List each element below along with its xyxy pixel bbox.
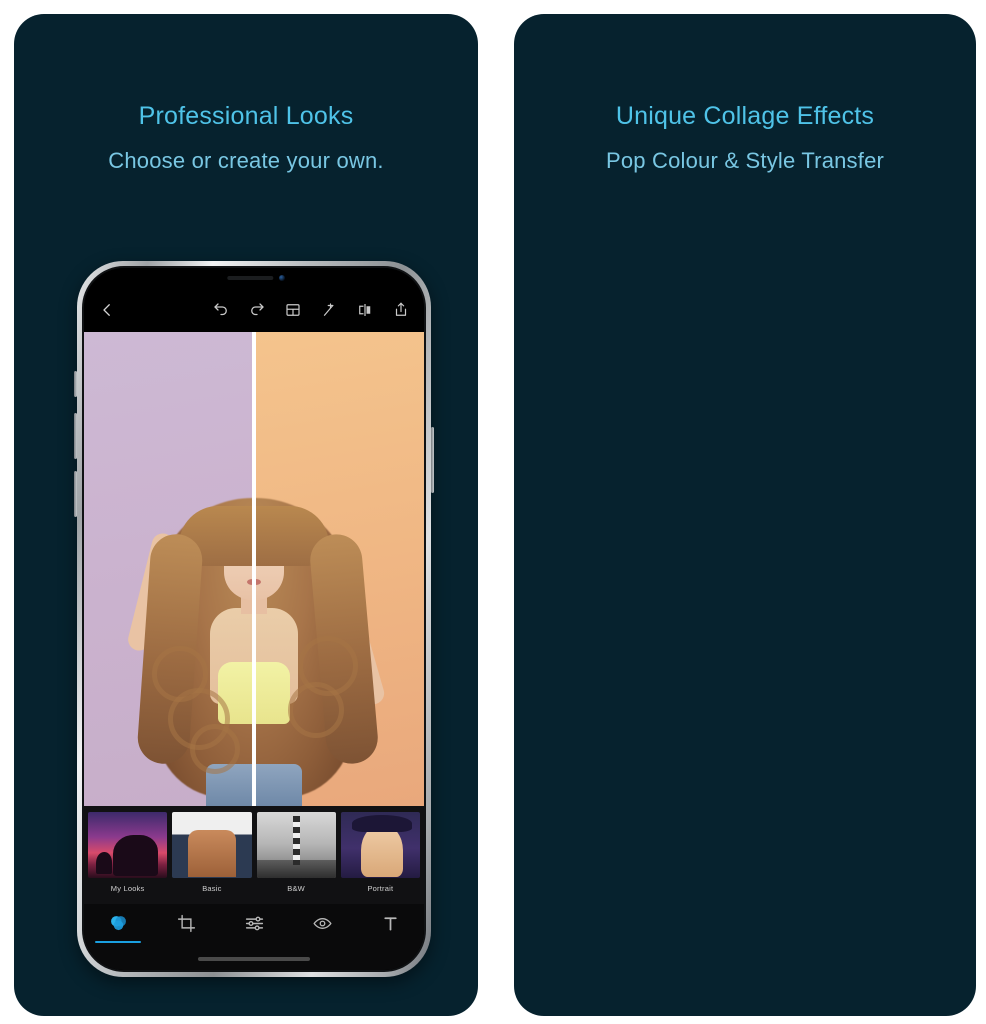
crop-icon (176, 913, 197, 934)
subject-hair-curl (190, 724, 240, 774)
phone-mockup-left: My Looks Basic B&W Portrait (74, 261, 434, 977)
nav-active-underline (95, 941, 141, 943)
panel-headline-left: Professional Looks (138, 102, 354, 130)
filter-label: Portrait (367, 884, 394, 893)
filter-item-portrait[interactable]: Portrait (340, 812, 420, 904)
filter-item-my-looks[interactable]: My Looks (88, 812, 168, 904)
adjust-sliders-icon (244, 913, 265, 934)
subject-hair-curl (288, 682, 344, 738)
back-chevron-icon[interactable] (98, 301, 116, 319)
looks-filter-strip[interactable]: My Looks Basic B&W Portrait (84, 806, 424, 904)
nav-item-heal[interactable] (299, 913, 345, 934)
nav-item-adjust[interactable] (231, 913, 277, 934)
nav-item-text[interactable] (367, 913, 413, 934)
redo-icon[interactable] (248, 301, 266, 319)
app-store-screenshot-pair: Professional Looks Choose or create your… (0, 0, 986, 1024)
filter-thumbnail (340, 812, 420, 878)
nav-item-crop[interactable] (163, 913, 209, 934)
crop-grid-icon[interactable] (284, 301, 302, 319)
text-icon (380, 913, 401, 934)
editor-toolbar-left (84, 288, 424, 332)
filter-item-basic[interactable]: Basic (172, 812, 252, 904)
looks-icon (108, 913, 129, 934)
panel-professional-looks: Professional Looks Choose or create your… (14, 14, 478, 1016)
panel-subline-right: Pop Colour & Style Transfer (605, 148, 885, 173)
panel-unique-collage-effects: Unique Collage Effects Pop Colour & Styl… (514, 14, 976, 1016)
phone-volume-up-button (74, 413, 77, 459)
magic-wand-icon[interactable] (320, 301, 338, 319)
filter-thumbnail (172, 812, 252, 878)
earpiece-speaker (227, 276, 274, 280)
undo-icon[interactable] (212, 301, 230, 319)
filter-item-bw[interactable]: B&W (256, 812, 336, 904)
eye-heal-icon (312, 913, 333, 934)
before-after-divider[interactable] (252, 332, 256, 806)
nav-item-looks[interactable] (95, 913, 141, 943)
filter-thumbnail (256, 812, 336, 878)
panel-subline-left: Choose or create your own. (108, 148, 384, 173)
filter-label: Basic (202, 884, 222, 893)
phone-screen-left: My Looks Basic B&W Portrait (84, 268, 424, 970)
share-icon[interactable] (392, 301, 410, 319)
compare-split-icon[interactable] (356, 301, 374, 319)
phone-body-left: My Looks Basic B&W Portrait (82, 266, 426, 972)
filter-label: B&W (287, 884, 305, 893)
phone-volume-down-button (74, 471, 77, 517)
phone-power-button (431, 427, 434, 493)
phone-mute-switch (74, 371, 77, 397)
front-camera-icon (279, 275, 285, 281)
photo-canvas-before-after[interactable] (84, 332, 424, 806)
panel-headline-right: Unique Collage Effects (615, 102, 875, 130)
filter-thumbnail (88, 812, 168, 878)
home-indicator[interactable] (198, 957, 310, 961)
filter-label: My Looks (110, 884, 145, 893)
